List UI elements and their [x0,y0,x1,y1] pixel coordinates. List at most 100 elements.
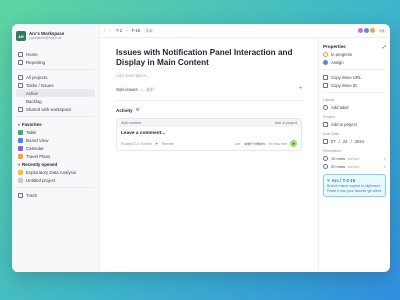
app-window: AR Arc's Workspace j.goldstein@futuh.ce … [12,24,390,272]
workspace-email: j.goldstein@futuh.ce [29,36,62,40]
section-title: Recently opened [22,161,58,167]
add-label-text: Add label [331,104,349,110]
sidebar-item-exploratory[interactable]: Exploratory Data Analysis [16,168,95,176]
sidebar-item-calendar[interactable]: Calendar [16,144,95,152]
status-select[interactable]: In progress [323,50,386,58]
expand-icon[interactable]: ⤢ [383,44,386,49]
recent-section-header[interactable]: ▾ Recently opened [16,160,95,168]
sidebar: AR Arc's Workspace j.goldstein@futuh.ce … [12,24,100,272]
issue-title[interactable]: Issues with Notification Panel Interacti… [116,48,302,68]
activity-label: Activity [116,107,133,113]
sidebar-item-label: Travel Plans [26,153,51,159]
collaborator-avatars[interactable]: +3 [356,27,386,34]
composer-toolbar: Add content Use a project [117,119,301,127]
chevron-right-icon: › [126,28,128,33]
add-to-project-button[interactable]: Add to project [323,120,386,128]
description-field[interactable]: Add description... [116,73,302,78]
divider [16,187,95,188]
reminder-suffix: before [348,163,360,169]
add-sub-issue-icon[interactable]: + [298,86,302,92]
sidebar-item-reporting[interactable]: Reporting [16,58,95,66]
assign-select[interactable]: Assign [323,58,386,66]
sidebar-item-label: Untitled project [26,177,56,183]
calendar-icon [323,138,328,144]
toast-title-row: ⑂ Arc / T-2-16 [327,178,382,183]
labels-heading: Labels [323,97,335,102]
reminder-row[interactable]: 10 mins before × [323,154,386,162]
copy-id-button[interactable]: Copy issue ID [323,81,386,89]
due-date-field[interactable]: 07 / 23 / 2024 [323,137,386,145]
favorites-section-header[interactable]: ▾ Favorites [16,120,95,128]
add-to-project-text: Add to project [331,121,357,127]
branch-icon: ⑂ [327,178,330,183]
sidebar-item-table[interactable]: Table [16,128,95,136]
reminder-row[interactable]: 20 mins before × [323,162,386,170]
composer-hint: use shift + return for new line ➤ [235,140,297,147]
due-year: 2024 [354,138,365,144]
user-icon [323,59,328,65]
comment-input[interactable]: Leave a comment... [117,127,301,138]
chart-icon [18,59,23,65]
divider [16,116,95,117]
send-icon[interactable]: ➤ [290,140,297,147]
sidebar-item-label: Board View [26,137,49,143]
sidebar-item-backlog[interactable]: Backlog [16,97,95,105]
sidebar-item-board-view[interactable]: Board View [16,136,95,144]
sidebar-item-all-projects[interactable]: All projects [16,73,95,81]
folder-icon [323,121,328,127]
sidebar-item-trash[interactable]: Trash [16,191,95,199]
activity-header: Activity ⊕ [116,107,302,113]
add-activity-icon[interactable]: ⊕ [136,107,140,113]
breadcrumb-current[interactable]: T-16 [131,28,140,33]
sidebar-item-travel-plans[interactable]: Travel Plans [16,152,95,160]
workspace-switcher[interactable]: AR Arc's Workspace j.goldstein@futuh.ce [16,28,95,44]
chevron-right-icon: › [140,86,143,92]
home-icon [18,51,23,57]
folder-icon [18,169,23,175]
folder-icon [18,177,23,183]
copy-id-label: Copy issue ID [331,82,358,88]
sidebar-item-shared[interactable]: Shared with workspace [16,105,95,113]
due-day: 23 [342,138,348,144]
top-bar: ‹ › T-2 › T-16 2 4 +3 [100,24,390,38]
comment-composer: Add content Use a project Leave a commen… [116,118,302,151]
use-project-select[interactable]: Use a project [275,121,297,125]
copied-toast[interactable]: ⑂ Arc / T-2-16 Branch name copied to cli… [323,174,386,198]
sidebar-item-active[interactable]: Active [16,89,95,97]
toast-body: Branch name copied to clipboard. Paste i… [327,184,382,193]
sidebar-item-label: Table [26,129,37,135]
sub-issues-row[interactable]: Sub-issues › 2 7 + [116,86,302,92]
sidebar-item-label: Backlog [26,98,42,104]
reminder-value: 20 mins [331,163,346,169]
divider [116,100,302,101]
hint-new-line: for new line [268,141,287,146]
close-icon[interactable]: × [384,164,386,169]
due-month: 07 [331,138,336,144]
due-date-heading: Due Date [323,131,340,136]
properties-panel: Properties ⤢ In progress Assign Copy iss… [318,38,390,272]
sidebar-item-label: Exploratory Data Analysis [26,169,77,175]
breadcrumb-parent[interactable]: T-2 [116,28,122,33]
back-forward-arrows-icon[interactable]: ‹ › [104,28,112,34]
copy-url-button[interactable]: Copy issue URL [323,73,386,81]
chevron-down-icon: ▾ [18,161,21,167]
divider [16,69,95,70]
toast-title: Arc / T-2-16 [331,178,356,183]
sidebar-item-label: Shared with workspace [26,106,72,112]
calendar-icon [18,145,23,151]
board-icon [18,137,23,143]
sidebar-item-untitled[interactable]: Untitled project [16,176,95,184]
table-icon [18,129,23,135]
composer-footer: Flowind 3.0 Sunset ▾ Rewrite use shift +… [117,138,301,150]
sidebar-item-home[interactable]: Home [16,50,95,58]
reminder-value: 10 mins [331,155,346,161]
add-content-button[interactable]: Add content [121,121,141,125]
model-select[interactable]: Flowind 3.0 Sunset [121,142,152,146]
sidebar-item-tasks-issues[interactable]: Tasks / Issues [16,81,95,89]
close-icon[interactable]: × [384,156,386,161]
chevron-down-icon: ▾ [155,141,158,146]
date-separator: / [350,138,352,144]
rewrite-button[interactable]: Rewrite [162,142,174,146]
workspace-avatar: AR [16,31,26,41]
add-label-button[interactable]: Add label [323,103,386,111]
